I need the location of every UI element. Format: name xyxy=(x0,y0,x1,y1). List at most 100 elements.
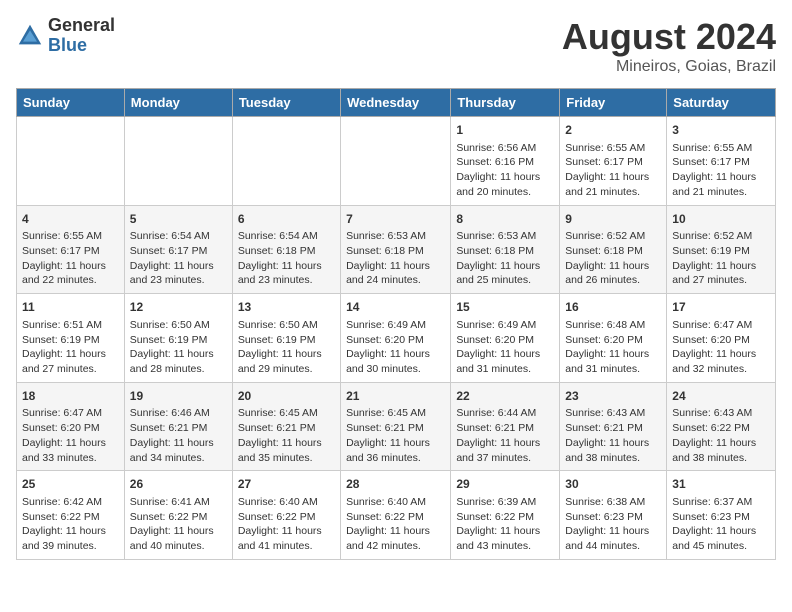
day-number: 3 xyxy=(672,122,770,139)
day-cell: 25 Sunrise: 6:42 AMSunset: 6:22 PMDayligh… xyxy=(17,471,125,560)
day-cell: 30Sunrise: 6:38 AMSunset: 6:23 PMDayligh… xyxy=(560,471,667,560)
day-number: 22 xyxy=(456,388,554,405)
day-info: Sunrise: 6:50 AM xyxy=(130,318,227,333)
day-cell: 16Sunrise: 6:48 AMSunset: 6:20 PMDayligh… xyxy=(560,294,667,383)
day-number: 31 xyxy=(672,476,770,493)
day-info: Sunset: 6:19 PM xyxy=(672,244,770,259)
day-info: Sunrise: 6:37 AM xyxy=(672,495,770,510)
day-info: Daylight: 11 hours and 21 minutes. xyxy=(565,170,661,199)
day-number: 5 xyxy=(130,211,227,228)
day-info: Sunrise: 6:49 AM xyxy=(346,318,445,333)
day-info: Daylight: 11 hours and 23 minutes. xyxy=(238,259,335,288)
day-info: Daylight: 11 hours and 37 minutes. xyxy=(456,436,554,465)
day-cell: 8Sunrise: 6:53 AMSunset: 6:18 PMDaylight… xyxy=(451,205,560,294)
week-row-5: 25Sunrise: 6:42 AMSunset: 6:22 PMDayligh… xyxy=(17,471,776,560)
day-cell xyxy=(341,117,451,206)
day-number: 6 xyxy=(238,211,335,228)
day-info: Sunrise: 6:43 AM xyxy=(672,406,770,421)
day-info: Sunset: 6:20 PM xyxy=(672,333,770,348)
day-info: Daylight: 11 hours and 34 minutes. xyxy=(130,436,227,465)
header-sunday: Sunday xyxy=(17,89,125,117)
day-number: 12 xyxy=(130,299,227,316)
day-info: Sunrise: 6:55 AM xyxy=(565,141,661,156)
day-cell xyxy=(17,117,125,206)
week-row-4: 18Sunrise: 6:47 AMSunset: 6:20 PMDayligh… xyxy=(17,382,776,471)
day-info: Sunset: 6:16 PM xyxy=(456,155,554,170)
day-cell: 22Sunrise: 6:44 AMSunset: 6:21 PMDayligh… xyxy=(451,382,560,471)
day-cell: 29Sunrise: 6:39 AMSunset: 6:22 PMDayligh… xyxy=(451,471,560,560)
day-cell: 28Sunrise: 6:40 AMSunset: 6:22 PMDayligh… xyxy=(341,471,451,560)
day-cell: 26Sunrise: 6:41 AMSunset: 6:22 PMDayligh… xyxy=(124,471,232,560)
day-info: Sunset: 6:21 PM xyxy=(238,421,335,436)
day-cell: 1Sunrise: 6:56 AMSunset: 6:16 PMDaylight… xyxy=(451,117,560,206)
day-info: Sunrise: 6:39 AM xyxy=(456,495,554,510)
day-info: Sunset: 6:22 PM xyxy=(456,510,554,525)
day-info: Daylight: 11 hours and 27 minutes. xyxy=(22,347,119,376)
day-number: 28 xyxy=(346,476,445,493)
header-saturday: Saturday xyxy=(667,89,776,117)
day-cell: 24Sunrise: 6:43 AMSunset: 6:22 PMDayligh… xyxy=(667,382,776,471)
day-info: Sunrise: 6:38 AM xyxy=(565,495,661,510)
day-cell: 3 Sunrise: 6:55 AMSunset: 6:17 PMDaylight… xyxy=(667,117,776,206)
day-info: Sunset: 6:18 PM xyxy=(565,244,661,259)
day-info: Sunset: 6:20 PM xyxy=(456,333,554,348)
day-info: Daylight: 11 hours and 33 minutes. xyxy=(22,436,119,465)
day-info: Sunset: 6:19 PM xyxy=(22,333,119,348)
day-info: Daylight: 11 hours and 44 minutes. xyxy=(565,524,661,553)
day-info: Daylight: 11 hours and 43 minutes. xyxy=(456,524,554,553)
day-number: 25 xyxy=(22,476,119,493)
header-monday: Monday xyxy=(124,89,232,117)
day-info: Sunset: 6:21 PM xyxy=(346,421,445,436)
day-cell: 21Sunrise: 6:45 AMSunset: 6:21 PMDayligh… xyxy=(341,382,451,471)
day-info: Sunrise: 6:55 AM xyxy=(672,141,770,156)
day-info: Sunset: 6:20 PM xyxy=(565,333,661,348)
day-info: Daylight: 11 hours and 38 minutes. xyxy=(672,436,770,465)
header-friday: Friday xyxy=(560,89,667,117)
day-number: 19 xyxy=(130,388,227,405)
day-number: 17 xyxy=(672,299,770,316)
day-cell xyxy=(124,117,232,206)
day-info: Sunrise: 6:50 AM xyxy=(238,318,335,333)
day-cell: 18Sunrise: 6:47 AMSunset: 6:20 PMDayligh… xyxy=(17,382,125,471)
day-cell: 12Sunrise: 6:50 AMSunset: 6:19 PMDayligh… xyxy=(124,294,232,383)
day-info: Daylight: 11 hours and 41 minutes. xyxy=(238,524,335,553)
logo-icon xyxy=(16,22,44,50)
day-cell: 5Sunrise: 6:54 AMSunset: 6:17 PMDaylight… xyxy=(124,205,232,294)
day-info: Sunset: 6:22 PM xyxy=(22,510,119,525)
page-header: General Blue August 2024 Mineiros, Goias… xyxy=(16,16,776,76)
day-info: Sunset: 6:18 PM xyxy=(346,244,445,259)
day-cell: 31Sunrise: 6:37 AMSunset: 6:23 PMDayligh… xyxy=(667,471,776,560)
day-info: Sunset: 6:17 PM xyxy=(130,244,227,259)
day-number: 23 xyxy=(565,388,661,405)
day-cell: 7Sunrise: 6:53 AMSunset: 6:18 PMDaylight… xyxy=(341,205,451,294)
day-info: Sunrise: 6:40 AM xyxy=(346,495,445,510)
day-cell: 23Sunrise: 6:43 AMSunset: 6:21 PMDayligh… xyxy=(560,382,667,471)
day-info: Daylight: 11 hours and 26 minutes. xyxy=(565,259,661,288)
day-info: Daylight: 11 hours and 36 minutes. xyxy=(346,436,445,465)
day-info: Sunrise: 6:48 AM xyxy=(565,318,661,333)
week-row-1: 1Sunrise: 6:56 AMSunset: 6:16 PMDaylight… xyxy=(17,117,776,206)
day-info: Daylight: 11 hours and 31 minutes. xyxy=(456,347,554,376)
day-info: Sunrise: 6:42 AM xyxy=(22,495,119,510)
day-cell: 20Sunrise: 6:45 AMSunset: 6:21 PMDayligh… xyxy=(232,382,340,471)
day-info: Sunset: 6:20 PM xyxy=(346,333,445,348)
calendar-header-row: SundayMondayTuesdayWednesdayThursdayFrid… xyxy=(17,89,776,117)
day-number: 13 xyxy=(238,299,335,316)
day-info: Sunset: 6:17 PM xyxy=(672,155,770,170)
day-info: Daylight: 11 hours and 32 minutes. xyxy=(672,347,770,376)
day-info: Daylight: 11 hours and 21 minutes. xyxy=(672,170,770,199)
day-number: 14 xyxy=(346,299,445,316)
day-info: Daylight: 11 hours and 39 minutes. xyxy=(22,524,119,553)
day-info: Daylight: 11 hours and 28 minutes. xyxy=(130,347,227,376)
day-cell xyxy=(232,117,340,206)
day-info: Daylight: 11 hours and 38 minutes. xyxy=(565,436,661,465)
day-info: Daylight: 11 hours and 20 minutes. xyxy=(456,170,554,199)
day-number: 8 xyxy=(456,211,554,228)
day-info: Sunrise: 6:45 AM xyxy=(346,406,445,421)
day-number: 20 xyxy=(238,388,335,405)
title-block: August 2024 Mineiros, Goias, Brazil xyxy=(562,16,776,76)
day-number: 16 xyxy=(565,299,661,316)
day-info: Daylight: 11 hours and 45 minutes. xyxy=(672,524,770,553)
day-number: 26 xyxy=(130,476,227,493)
day-info: Daylight: 11 hours and 40 minutes. xyxy=(130,524,227,553)
